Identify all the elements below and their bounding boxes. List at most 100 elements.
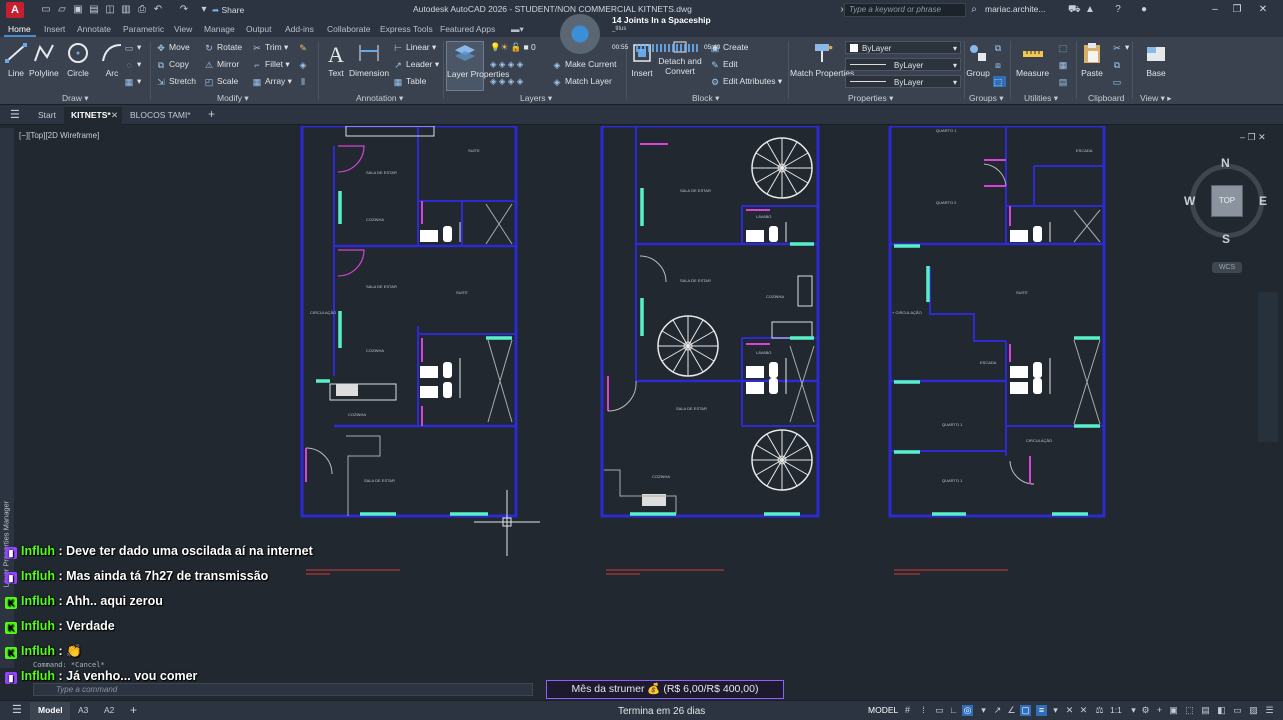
chevron-down-icon[interactable]: ▾ <box>1050 705 1061 716</box>
panel-clipboard-label[interactable]: Clipboard <box>1088 93 1124 103</box>
circle-button[interactable]: Circle <box>66 41 90 78</box>
edit-attributes-button[interactable]: ⚙ Edit Attributes ▾ <box>710 76 782 87</box>
user-account[interactable]: mariac.archite... <box>985 4 1045 14</box>
ungroup-icon[interactable]: ⧉ <box>993 42 1006 53</box>
clean-screen-icon[interactable]: ▨ <box>1248 705 1259 716</box>
scale-button[interactable]: ◰ Scale <box>204 76 239 87</box>
file-tab-kitnets[interactable]: KITNETS* <box>71 110 111 120</box>
viewcube[interactable]: N W E S TOP WCS <box>1180 150 1276 280</box>
mirror-button[interactable]: ⚠ Mirror <box>204 59 239 70</box>
explode-icon[interactable]: ◈ <box>298 59 311 70</box>
navigation-bar[interactable] <box>1258 292 1278 442</box>
panel-annotation-label[interactable]: Annotation ▾ <box>356 93 403 104</box>
layer-dropdown[interactable]: 💡☀ 🔓 ■ 0 <box>490 42 536 53</box>
chevron-down-icon[interactable]: ▾ <box>1128 705 1139 716</box>
panel-view-label[interactable]: View ▾ ▸ <box>1140 93 1172 104</box>
hamburger-icon[interactable]: ☰ <box>12 703 22 716</box>
viewcube-top-face[interactable]: TOP <box>1211 185 1243 217</box>
units-icon[interactable]: ⬚ <box>1184 705 1195 716</box>
tab-annotate[interactable]: Annotate <box>77 24 111 34</box>
erase-icon[interactable]: ✎ <box>298 42 311 53</box>
layer-properties-button[interactable]: Layer Properties <box>446 41 509 91</box>
model-space-toggle[interactable]: MODEL <box>868 705 898 715</box>
rotate-button[interactable]: ↻ Rotate <box>204 42 242 53</box>
panel-block-label[interactable]: Block ▾ <box>692 93 719 104</box>
print-icon[interactable]: ⎙ <box>136 4 148 15</box>
base-button[interactable]: Base <box>1144 41 1168 78</box>
ortho-icon[interactable]: ∟ <box>948 705 959 716</box>
scale-value[interactable]: 1:1 <box>1110 705 1122 715</box>
text-button[interactable]: A Text <box>324 41 348 78</box>
quick-select-icon[interactable]: ⬚ <box>1058 42 1071 53</box>
polar-icon[interactable]: ◎ <box>962 705 973 716</box>
panel-properties-label[interactable]: Properties ▾ <box>848 93 893 104</box>
layout-tab-a3[interactable]: A3 <box>78 705 88 715</box>
save-web-icon[interactable]: ▥ <box>120 4 132 15</box>
transparency-icon[interactable]: ✕ <box>1064 705 1075 716</box>
a360-icon[interactable]: ▲ <box>1084 4 1096 15</box>
gradient-icon[interactable]: ▦ ▾ <box>124 76 142 87</box>
selection-cycling-icon[interactable]: ✕ <box>1078 705 1089 716</box>
polyline-button[interactable]: Polyline <box>29 41 59 78</box>
tab-manage[interactable]: Manage <box>204 24 235 34</box>
quick-properties-icon[interactable]: ▤ <box>1200 705 1211 716</box>
plus-icon[interactable]: + <box>1154 705 1165 716</box>
tab-express-tools[interactable]: Express Tools <box>380 24 433 34</box>
move-button[interactable]: ✥ Move <box>156 42 190 53</box>
table-button[interactable]: ▦ Table <box>393 76 427 87</box>
compass-north[interactable]: N <box>1221 156 1230 170</box>
dropdown-icon[interactable]: ▾ <box>198 4 210 15</box>
isodraft-icon[interactable]: ↗ <box>992 705 1003 716</box>
cart-icon[interactable]: ⛟ <box>1068 4 1081 15</box>
compass-west[interactable]: W <box>1184 194 1195 208</box>
settings-icon[interactable]: ⚙ <box>1140 705 1151 716</box>
workspace-icon[interactable]: ▣ <box>1168 705 1179 716</box>
line-button[interactable]: Line <box>4 41 28 78</box>
layer-tools-row-1[interactable]: ◈ ◈ ◈ ◈ <box>490 59 523 70</box>
open-file-icon[interactable]: ▱ <box>56 4 68 15</box>
calculator-icon[interactable]: ▦ <box>1058 59 1071 70</box>
tab-add-ins[interactable]: Add-ins <box>285 24 314 34</box>
wcs-menu[interactable]: WCS <box>1212 262 1242 273</box>
paste-button[interactable]: Paste <box>1080 41 1104 78</box>
layer-tools-row-2[interactable]: ◈ ◈ ◈ ◈ <box>490 76 523 87</box>
redo-icon[interactable]: ↷ <box>178 4 190 15</box>
hatch-icon[interactable]: ◌ ▾ <box>124 59 141 70</box>
isolate-icon[interactable]: ◧ <box>1216 705 1227 716</box>
leader-button[interactable]: ↗ Leader ▾ <box>393 59 439 70</box>
dimension-button[interactable]: Dimension <box>349 41 389 78</box>
compass-south[interactable]: S <box>1222 232 1230 246</box>
copy-clip-icon[interactable]: ⧉ <box>1112 59 1125 70</box>
panel-layers-label[interactable]: Layers ▾ <box>520 93 552 104</box>
menu-icon[interactable]: ☰ <box>10 108 20 121</box>
lineweight-icon[interactable]: ≡ <box>1036 705 1047 716</box>
snap-icon[interactable]: ⁞ <box>918 705 929 716</box>
tab-output[interactable]: Output <box>246 24 272 34</box>
tab-insert[interactable]: Insert <box>44 24 65 34</box>
help-icon[interactable]: ? <box>1112 4 1124 15</box>
new-file-icon[interactable]: ▭ <box>40 4 52 15</box>
annotation-scale-icon[interactable]: ⚖ <box>1094 705 1105 716</box>
hardware-accel-icon[interactable]: ▭ <box>1232 705 1243 716</box>
new-tab-icon[interactable]: + <box>208 107 215 121</box>
web-icon[interactable]: ◫ <box>104 4 116 15</box>
trim-button[interactable]: ✂ Trim ▾ <box>252 42 288 53</box>
group-edit-icon[interactable]: ⧈ <box>993 59 1006 70</box>
arc-button[interactable]: Arc <box>100 41 124 78</box>
minimize-icon[interactable]: – <box>1208 3 1222 17</box>
color-dropdown[interactable]: ByLayer ▾ <box>845 41 961 54</box>
measure-button[interactable]: Measure <box>1016 41 1049 78</box>
color-wheel-icon[interactable]: ● <box>828 42 833 52</box>
info-icon[interactable]: ● <box>1138 4 1150 15</box>
array-button[interactable]: ▦ Array ▾ <box>252 76 292 87</box>
undo-icon[interactable]: ↶ <box>152 4 164 15</box>
copy-button[interactable]: ⧉ Copy <box>156 59 189 70</box>
tab-featured-apps[interactable]: Featured Apps <box>440 24 495 34</box>
linear-button[interactable]: ⊢ Linear ▾ <box>393 42 436 53</box>
layout-tab-model[interactable]: Model <box>38 705 63 715</box>
add-layout-icon[interactable]: + <box>130 703 137 717</box>
restore-icon[interactable]: ❐ <box>1230 3 1244 17</box>
viewport-window-controls[interactable]: – ❐ ✕ <box>1240 132 1266 142</box>
offset-icon[interactable]: ⫴ <box>298 76 311 87</box>
cut-icon[interactable]: ✂ ▾ <box>1112 42 1129 53</box>
